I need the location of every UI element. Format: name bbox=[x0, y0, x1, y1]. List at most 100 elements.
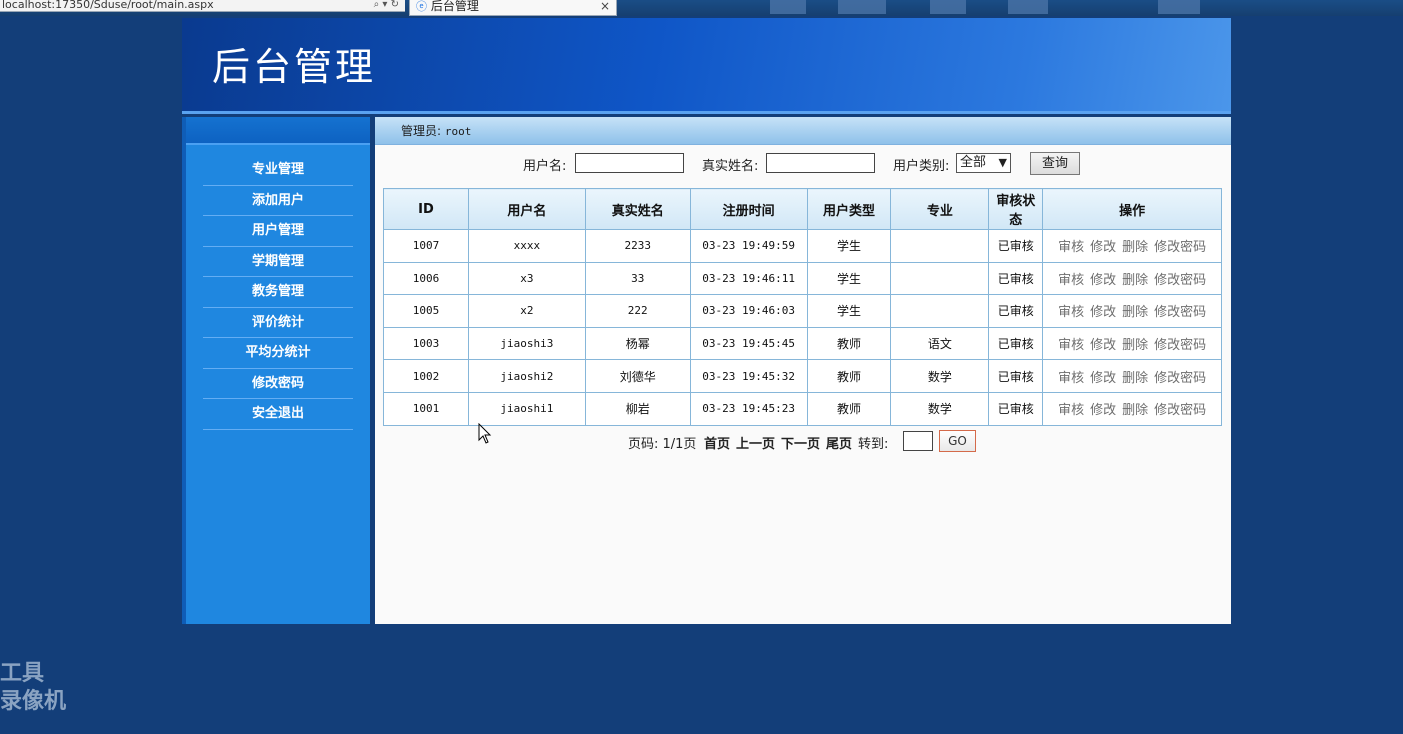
first-page-link[interactable]: 首页 bbox=[704, 433, 730, 452]
edit-link[interactable]: 修改 bbox=[1090, 403, 1116, 418]
column-header-user-type: 用户类型 bbox=[806, 188, 892, 230]
audit-link[interactable]: 审核 bbox=[1058, 403, 1084, 418]
cell-user-type: 教师 bbox=[806, 326, 892, 361]
delete-link[interactable]: 删除 bbox=[1122, 240, 1148, 255]
cell-register-time: 03-23 19:45:45 bbox=[689, 326, 808, 361]
mouse-cursor-icon bbox=[478, 423, 492, 444]
next-page-link[interactable]: 下一页 bbox=[781, 433, 820, 452]
goto-page-input[interactable] bbox=[903, 431, 933, 451]
delete-link[interactable]: 删除 bbox=[1122, 338, 1148, 353]
cell-actions: 审核 修改 删除 修改密码 bbox=[1042, 326, 1222, 361]
cell-username: jiaoshi2 bbox=[467, 359, 586, 393]
table-header-row: ID 用户名 真实姓名 注册时间 用户类型 专业 审核状态 操作 bbox=[383, 188, 1222, 230]
toolbar-icon[interactable] bbox=[838, 0, 886, 14]
edit-link[interactable]: 修改 bbox=[1090, 371, 1116, 386]
delete-link[interactable]: 删除 bbox=[1122, 305, 1148, 320]
column-header-major: 专业 bbox=[890, 188, 990, 230]
cell-actions: 审核 修改 删除 修改密码 bbox=[1042, 359, 1222, 393]
cell-user-type: 学生 bbox=[806, 229, 892, 263]
change-password-link[interactable]: 修改密码 bbox=[1154, 273, 1206, 288]
column-header-username: 用户名 bbox=[467, 188, 586, 230]
tab-close-icon[interactable]: × bbox=[600, 0, 610, 12]
delete-link[interactable]: 删除 bbox=[1122, 371, 1148, 386]
realname-input[interactable] bbox=[766, 153, 875, 173]
user-type-select[interactable]: 全部 ▼ bbox=[956, 153, 1011, 173]
prev-page-link[interactable]: 上一页 bbox=[736, 433, 775, 452]
cell-status: 已审核 bbox=[988, 391, 1044, 426]
cell-actions: 审核 修改 删除 修改密码 bbox=[1042, 294, 1222, 328]
cell-user-type: 教师 bbox=[806, 391, 892, 426]
cell-major: 数学 bbox=[890, 391, 990, 426]
cell-username: xxxx bbox=[467, 229, 586, 263]
change-password-link[interactable]: 修改密码 bbox=[1154, 305, 1206, 320]
cell-actions: 审核 修改 删除 修改密码 bbox=[1042, 391, 1222, 426]
user-table: ID 用户名 真实姓名 注册时间 用户类型 专业 审核状态 操作 1007 xx… bbox=[383, 188, 1222, 426]
toolbar-icon[interactable] bbox=[770, 0, 806, 14]
cell-actions: 审核 修改 删除 修改密码 bbox=[1042, 261, 1222, 296]
change-password-link[interactable]: 修改密码 bbox=[1154, 403, 1206, 418]
cell-realname: 刘德华 bbox=[584, 359, 691, 393]
audit-link[interactable]: 审核 bbox=[1058, 338, 1084, 353]
sidebar-item-academic-management[interactable]: 教务管理 bbox=[203, 277, 353, 308]
cell-username: x2 bbox=[467, 294, 586, 328]
sidebar-item-change-password[interactable]: 修改密码 bbox=[203, 369, 353, 399]
audit-link[interactable]: 审核 bbox=[1058, 305, 1084, 320]
sidebar-nav: 专业管理 添加用户 用户管理 学期管理 教务管理 评价统计 平均分统计 修改密码… bbox=[186, 155, 370, 430]
sidebar-item-add-user[interactable]: 添加用户 bbox=[203, 186, 353, 216]
change-password-link[interactable]: 修改密码 bbox=[1154, 371, 1206, 386]
cell-major: 数学 bbox=[890, 359, 990, 393]
column-header-realname: 真实姓名 bbox=[584, 188, 691, 230]
audit-link[interactable]: 审核 bbox=[1058, 240, 1084, 255]
cell-realname: 杨幂 bbox=[584, 326, 691, 361]
go-button[interactable]: GO bbox=[939, 430, 976, 452]
username-input[interactable] bbox=[575, 153, 684, 173]
cell-register-time: 03-23 19:46:03 bbox=[689, 294, 808, 328]
user-type-selected: 全部 bbox=[960, 155, 987, 170]
address-bar[interactable]: localhost:17350/Sduse/root/main.aspx ⌕ ▾… bbox=[0, 0, 405, 12]
cell-register-time: 03-23 19:46:11 bbox=[689, 261, 808, 296]
edit-link[interactable]: 修改 bbox=[1090, 338, 1116, 353]
column-header-register-time: 注册时间 bbox=[689, 188, 808, 230]
audit-link[interactable]: 审核 bbox=[1058, 371, 1084, 386]
table-row: 1002 jiaoshi2 刘德华 03-23 19:45:32 教师 数学 已… bbox=[383, 359, 1222, 393]
cell-status: 已审核 bbox=[988, 326, 1044, 361]
sidebar-item-semester-management[interactable]: 学期管理 bbox=[203, 247, 353, 277]
admin-bar: 管理员: root bbox=[375, 117, 1231, 145]
cell-realname: 柳岩 bbox=[584, 391, 691, 426]
edit-link[interactable]: 修改 bbox=[1090, 305, 1116, 320]
admin-label: 管理员: bbox=[401, 124, 442, 138]
change-password-link[interactable]: 修改密码 bbox=[1154, 240, 1206, 255]
cell-major bbox=[890, 229, 990, 263]
last-page-link[interactable]: 尾页 bbox=[826, 433, 852, 452]
cell-register-time: 03-23 19:49:59 bbox=[689, 229, 808, 263]
cell-major: 语文 bbox=[890, 326, 990, 361]
edit-link[interactable]: 修改 bbox=[1090, 240, 1116, 255]
query-button[interactable]: 查询 bbox=[1030, 152, 1080, 175]
browser-tab[interactable]: ⓔ 后台管理 × bbox=[409, 0, 617, 16]
goto-label: 转到: bbox=[858, 437, 889, 452]
cell-id: 1005 bbox=[383, 294, 469, 328]
audit-link[interactable]: 审核 bbox=[1058, 273, 1084, 288]
watermark-line2: 录像机 bbox=[0, 689, 67, 714]
delete-link[interactable]: 删除 bbox=[1122, 273, 1148, 288]
toolbar-icon[interactable] bbox=[1158, 0, 1200, 14]
table-row: 1005 x2 222 03-23 19:46:03 学生 已审核 审核 修改 删除… bbox=[383, 294, 1222, 328]
table-row: 1006 x3 33 03-23 19:46:11 学生 已审核 审核 修改 删除修… bbox=[383, 261, 1222, 296]
cell-status: 已审核 bbox=[988, 294, 1044, 328]
user-type-label: 用户类别: bbox=[893, 159, 950, 174]
cell-major bbox=[890, 261, 990, 296]
sidebar-item-evaluation-stats[interactable]: 评价统计 bbox=[203, 308, 353, 338]
change-password-link[interactable]: 修改密码 bbox=[1154, 338, 1206, 353]
sidebar-item-user-management[interactable]: 用户管理 bbox=[203, 216, 353, 247]
edit-link[interactable]: 修改 bbox=[1090, 273, 1116, 288]
watermark-line1: 工具 bbox=[0, 661, 45, 686]
search-bar: 用户名: 真实姓名: 用户类别: 全部 ▼ 查询 bbox=[375, 151, 1231, 175]
sidebar-item-logout[interactable]: 安全退出 bbox=[203, 399, 353, 430]
cell-realname: 33 bbox=[584, 261, 691, 296]
sidebar-item-major-management[interactable]: 专业管理 bbox=[203, 155, 353, 186]
toolbar-icon[interactable] bbox=[930, 0, 966, 14]
toolbar-icon[interactable] bbox=[1008, 0, 1048, 14]
delete-link[interactable]: 删除 bbox=[1122, 403, 1148, 418]
recorder-watermark: 工具 录像机 bbox=[0, 660, 66, 716]
sidebar-item-average-stats[interactable]: 平均分统计 bbox=[203, 338, 353, 369]
